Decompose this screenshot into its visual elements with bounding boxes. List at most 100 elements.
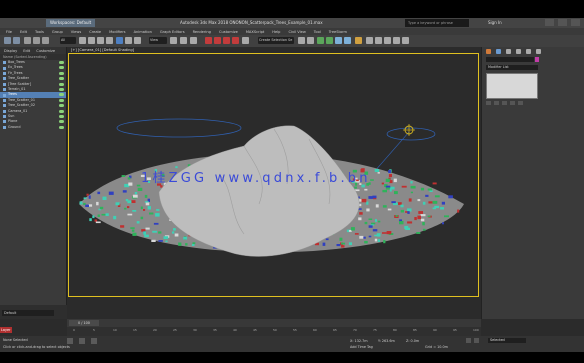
- render-setup-icon[interactable]: [366, 37, 373, 44]
- visibility-eye-icon[interactable]: [59, 82, 64, 86]
- percent-snap-icon[interactable]: [223, 37, 230, 44]
- menu-customize[interactable]: Customize: [219, 30, 238, 34]
- redo-icon[interactable]: [13, 37, 20, 44]
- menu-modifiers[interactable]: Modifiers: [109, 30, 125, 34]
- link-icon[interactable]: [24, 37, 31, 44]
- rotate-icon[interactable]: [125, 37, 132, 44]
- layer-tab[interactable]: Layer: [0, 327, 12, 333]
- tab-edit[interactable]: Edit: [23, 49, 30, 53]
- modifier-stack[interactable]: [486, 73, 538, 99]
- viewport-label[interactable]: [+] [Camera_01] [Default Shading]: [71, 48, 134, 52]
- visibility-eye-icon[interactable]: [59, 114, 64, 118]
- close-button[interactable]: [571, 19, 580, 26]
- menu-help[interactable]: Help: [272, 30, 280, 34]
- visibility-eye-icon[interactable]: [59, 98, 64, 102]
- key-filter-dropdown[interactable]: Selected: [488, 338, 526, 343]
- modify-tab-icon[interactable]: [496, 49, 501, 54]
- absolute-mode-icon[interactable]: [91, 338, 97, 344]
- menu-views[interactable]: Views: [71, 30, 81, 34]
- selection-lock-icon[interactable]: [79, 338, 85, 344]
- render-production-icon[interactable]: [384, 37, 391, 44]
- spinner-snap-icon[interactable]: [232, 37, 239, 44]
- visibility-eye-icon[interactable]: [59, 61, 64, 64]
- motion-tab-icon[interactable]: [516, 49, 521, 54]
- camera-path-left[interactable]: [116, 118, 242, 138]
- create-tab-icon[interactable]: [486, 49, 491, 54]
- window-crossing-icon[interactable]: [106, 37, 113, 44]
- visibility-eye-icon[interactable]: [59, 93, 64, 97]
- render-in-cloud-icon[interactable]: [402, 37, 409, 44]
- utilities-tab-icon[interactable]: [536, 49, 541, 54]
- object-color-swatch[interactable]: [535, 57, 539, 62]
- pin-stack-icon[interactable]: [486, 101, 491, 105]
- menu-tools[interactable]: Tools: [35, 30, 44, 34]
- display-tab-icon[interactable]: [526, 49, 531, 54]
- auto-key-button[interactable]: [466, 338, 471, 343]
- maximize-button[interactable]: [558, 19, 567, 26]
- render-iterative-icon[interactable]: [393, 37, 400, 44]
- hierarchy-tab-icon[interactable]: [506, 49, 511, 54]
- move-icon[interactable]: [116, 37, 123, 44]
- visibility-eye-icon[interactable]: [59, 66, 64, 70]
- scale-icon[interactable]: [134, 37, 141, 44]
- material-editor-icon[interactable]: [355, 37, 362, 44]
- sign-in-link[interactable]: Sign In: [488, 19, 502, 27]
- select-object-icon[interactable]: [79, 37, 86, 44]
- time-slider[interactable]: 0 / 100: [69, 320, 99, 326]
- tab-display[interactable]: Display: [4, 49, 17, 53]
- track-bar[interactable]: 0 5 10 15 20 25 30 35 40 45 50 55 60 65 70 75 80 85 90 95 10…: [67, 327, 481, 336]
- remove-modifier-icon[interactable]: [510, 101, 515, 105]
- visibility-eye-icon[interactable]: [59, 87, 64, 91]
- layer-explorer-icon[interactable]: [326, 37, 333, 44]
- viewport-scene[interactable]: 1桂ZGG www.qdnx.f.b.bn: [69, 54, 478, 296]
- visibility-eye-icon[interactable]: [59, 120, 64, 124]
- menu-animation[interactable]: Animation: [134, 30, 152, 34]
- object-name-field[interactable]: [486, 57, 534, 62]
- visibility-eye-icon[interactable]: [59, 109, 64, 113]
- edit-named-selection-icon[interactable]: [242, 37, 249, 44]
- bind-spacewarp-icon[interactable]: [42, 37, 49, 44]
- visibility-eye-icon[interactable]: [59, 125, 64, 129]
- snaps-toggle-icon[interactable]: [205, 37, 212, 44]
- select-manipulate-icon[interactable]: [180, 37, 187, 44]
- menu-maxscript[interactable]: MAXScript: [246, 30, 264, 34]
- curve-editor-icon[interactable]: [335, 37, 342, 44]
- scene-tree-row[interactable]: Ground: [0, 125, 66, 130]
- keyboard-shortcut-icon[interactable]: [190, 37, 197, 44]
- workspace-dropdown[interactable]: Workspaces: Default: [46, 19, 96, 27]
- show-end-result-icon[interactable]: [494, 101, 499, 105]
- search-input[interactable]: Type a keyword or phrase: [405, 19, 469, 27]
- tab-customize[interactable]: Customize: [36, 49, 55, 53]
- coord-y[interactable]: Y: 263.6m: [378, 339, 395, 343]
- unlink-icon[interactable]: [33, 37, 40, 44]
- select-by-name-icon[interactable]: [88, 37, 95, 44]
- rendered-frame-window-icon[interactable]: [375, 37, 382, 44]
- pivot-center-icon[interactable]: [170, 37, 177, 44]
- menu-tool[interactable]: Tool: [314, 30, 321, 34]
- coord-x[interactable]: X: 132.7m: [350, 339, 368, 343]
- sun-helper-icon[interactable]: [403, 124, 415, 136]
- visibility-eye-icon[interactable]: [59, 77, 64, 81]
- named-selection-set-dropdown[interactable]: Create Selection Se: [258, 37, 294, 44]
- menu-edit[interactable]: Edit: [20, 30, 27, 34]
- configure-sets-icon[interactable]: [518, 101, 523, 105]
- menu-treestorm[interactable]: TreeStorm: [329, 30, 347, 34]
- menu-group[interactable]: Group: [52, 30, 63, 34]
- scene-explorer-toggle-icon[interactable]: [317, 37, 324, 44]
- coord-z[interactable]: Z: 0.0m: [406, 339, 419, 343]
- layer-dropdown[interactable]: Default: [2, 310, 54, 316]
- reference-coordinate-dropdown[interactable]: View: [149, 37, 167, 44]
- minimize-button[interactable]: [545, 19, 554, 26]
- add-time-tag[interactable]: Add Time Tag: [350, 345, 373, 349]
- angle-snap-icon[interactable]: [214, 37, 221, 44]
- menu-file[interactable]: File: [6, 30, 12, 34]
- menu-civil-view[interactable]: Civil View: [288, 30, 305, 34]
- selection-filter-dropdown[interactable]: All: [60, 37, 76, 44]
- schematic-view-icon[interactable]: [344, 37, 351, 44]
- menu-rendering[interactable]: Rendering: [193, 30, 211, 34]
- isolate-selection-icon[interactable]: [67, 338, 73, 344]
- modifier-list-dropdown[interactable]: Modifier List: [486, 65, 538, 70]
- undo-icon[interactable]: [4, 37, 11, 44]
- menu-create[interactable]: Create: [89, 30, 101, 34]
- visibility-eye-icon[interactable]: [59, 104, 64, 108]
